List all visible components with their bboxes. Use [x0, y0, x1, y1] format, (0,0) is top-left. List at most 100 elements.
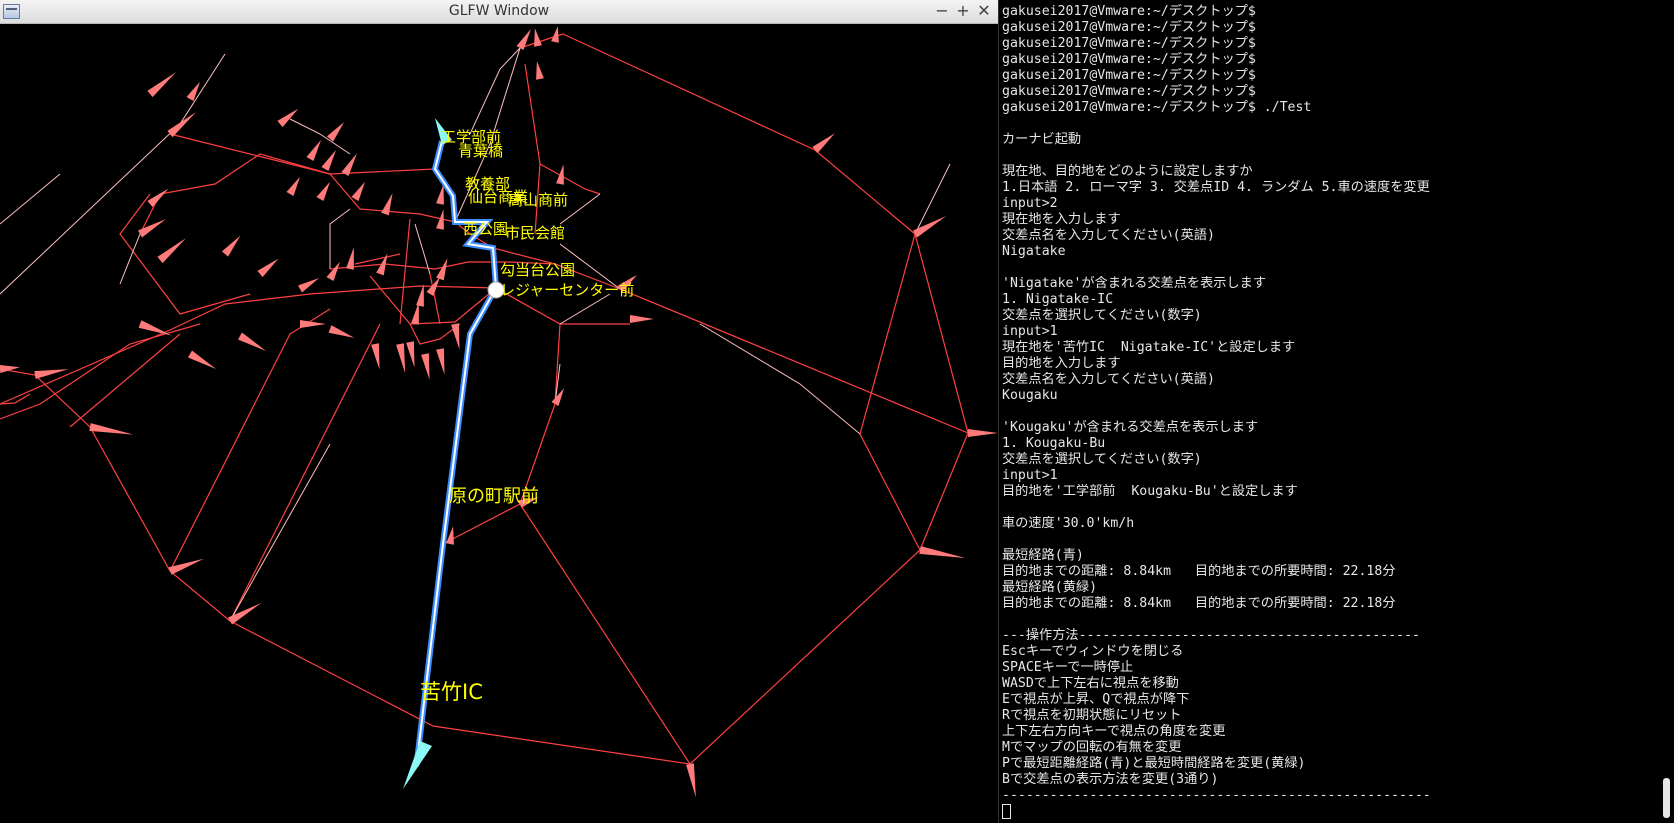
terminal-line: Kougaku: [1002, 388, 1058, 403]
intersection-marker: [188, 350, 216, 369]
terminal-line: input>1: [1002, 468, 1058, 483]
intersection-marker: [228, 603, 262, 625]
intersection-marker: [298, 278, 320, 293]
intersection-marker: [138, 320, 172, 336]
intersection-marker: [157, 238, 186, 264]
label-aobabashi: 青葉橋: [458, 142, 504, 160]
terminal-line: 'Kougaku'が含まれる交差点を表示します: [1002, 420, 1259, 435]
label-koutoudaikouen: 勾当台公園: [500, 261, 576, 279]
window-titlebar[interactable]: GLFW Window − + ✕: [0, 0, 998, 24]
terminal-line: 現在地を'苦竹IC Nigatake-IC'と設定します: [1002, 340, 1296, 355]
intersection-marker: [551, 388, 564, 406]
road-line: [0, 323, 201, 420]
close-button[interactable]: ✕: [975, 2, 993, 20]
maximize-button[interactable]: +: [954, 2, 972, 20]
terminal-line: input>2: [1002, 196, 1058, 211]
intersection-marker: [812, 133, 835, 154]
road-line: [139, 153, 331, 235]
terminal-line: gakusei2017@Vmware:~/デスクトップ$: [1002, 20, 1256, 35]
intersection-marker: [321, 149, 336, 171]
intersection-marker: [551, 26, 559, 43]
terminal-line: gakusei2017@Vmware:~/デスクトップ$: [1002, 84, 1256, 99]
terminal-line: 交差点を選択してください(数字): [1002, 308, 1202, 323]
intersection-marker: [919, 546, 966, 558]
minimize-button[interactable]: −: [933, 2, 951, 20]
intersection-marker: [147, 72, 176, 98]
map-viewport[interactable]: 工学部前 青葉橋 教養部 仙台商業 高山商前 西公園 市民会館 勾当台公園 レジ…: [0, 24, 998, 823]
label-hatakenakamae: 高山商前: [508, 191, 569, 209]
terminal-line: 交差点を選択してください(数字): [1002, 452, 1202, 467]
terminal-line: input>1: [1002, 324, 1058, 339]
terminal-line: Nigatake: [1002, 244, 1066, 259]
label-leisurecenter: レジャーセンター前: [500, 281, 635, 299]
label-haranomachi: 原の町駅前: [449, 486, 539, 507]
secondary-road-line: [469, 47, 521, 135]
road-line: [329, 173, 456, 223]
terminal-line: gakusei2017@Vmware:~/デスクトップ$: [1002, 68, 1256, 83]
intersection-marker: [536, 61, 544, 80]
terminal-line: 'Nigatake'が含まれる交差点を表示します: [1002, 276, 1267, 291]
terminal-line: gakusei2017@Vmware:~/デスクトップ$ ./Test: [1002, 100, 1312, 115]
intersection-marker: [421, 353, 430, 380]
intersection-marker: [686, 763, 696, 798]
label-nishikouen: 西公園: [463, 220, 509, 238]
intersection-marker: [346, 247, 354, 270]
terminal-prompt-line[interactable]: [1002, 804, 1642, 820]
terminal-line: 目的地を入力します: [1002, 356, 1121, 371]
intersection-marker: [913, 216, 947, 238]
intersection-marker: [316, 181, 330, 201]
intersection-marker: [516, 28, 531, 50]
secondary-road-line: [119, 233, 141, 285]
secondary-road-line: [289, 118, 351, 155]
terminal-line: gakusei2017@Vmware:~/デスクトップ$: [1002, 4, 1256, 19]
terminal-line: Escキーでウィンドウを閉じる: [1002, 644, 1184, 659]
intersection-marker: [436, 348, 445, 375]
terminal-line: 現在地、目的地をどのように設定しますか: [1002, 164, 1253, 179]
intersection-marker: [34, 369, 69, 379]
secondary-road-line: [414, 223, 431, 275]
intersection-marker: [277, 108, 299, 128]
intersection-marker: [138, 219, 166, 238]
intersection-marker: [534, 28, 542, 47]
terminal-line: 目的地までの距離: 8.84km 目的地までの所要時間: 22.18分: [1002, 564, 1396, 579]
terminal-line: gakusei2017@Vmware:~/デスクトップ$: [1002, 52, 1256, 67]
road-line: [539, 163, 601, 195]
intersection-marker: [328, 325, 355, 338]
intersection-marker: [221, 235, 241, 257]
road-line: [169, 133, 436, 175]
terminal-line: 最短経路(黄緑): [1002, 580, 1098, 595]
scrollbar-thumb[interactable]: [1663, 778, 1670, 818]
intersection-marker: [300, 320, 326, 328]
terminal-line: 最短経路(青): [1002, 548, 1084, 563]
terminal-window[interactable]: gakusei2017@Vmware:~/デスクトップ$ gakusei2017@…: [998, 0, 1674, 823]
intersection-marker: [436, 258, 448, 281]
intersection-marker: [186, 81, 200, 101]
label-nigatake: 苦竹IC: [420, 680, 483, 704]
window-title: GLFW Window: [448, 3, 550, 19]
intersection-marker: [451, 323, 460, 350]
intersection-marker: [406, 341, 415, 368]
intersection-marker: [968, 429, 998, 437]
intersection-marker: [167, 112, 196, 138]
intersection-marker: [326, 261, 340, 281]
terminal-line: 交差点名を入力してください(英語): [1002, 372, 1215, 387]
secondary-road-line: [0, 53, 226, 295]
intersection-marker: [396, 343, 406, 374]
glfw-window[interactable]: GLFW Window − + ✕ 工学部前 青葉橋 教養部 仙台商業 高山商前…: [0, 0, 998, 823]
terminal-line: カーナビ起動: [1002, 132, 1082, 147]
road-line: [619, 288, 969, 434]
secondary-road-line: [229, 443, 331, 622]
terminal-line: 交差点名を入力してください(英語): [1002, 228, 1215, 243]
secondary-road-line: [0, 173, 61, 225]
terminal-scrollbar[interactable]: [1660, 0, 1673, 823]
intersection-marker: [630, 315, 654, 323]
road-line: [519, 503, 691, 765]
road-line: [429, 273, 441, 325]
intersection-marker: [89, 423, 134, 435]
terminal-line: 現在地を入力します: [1002, 212, 1121, 227]
label-shiminkaikan: 市民会館: [505, 224, 566, 242]
